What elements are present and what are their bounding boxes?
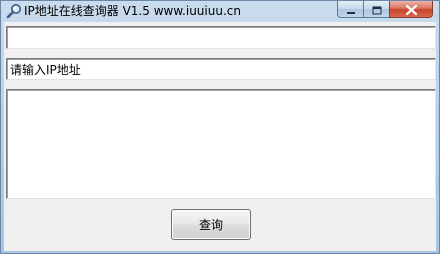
result-field[interactable] xyxy=(6,26,436,49)
minimize-icon xyxy=(346,0,356,19)
title-bar[interactable]: IP地址在线查询器 V1.5 www.iuuiuu.cn xyxy=(1,1,439,21)
maximize-icon xyxy=(372,0,382,19)
magnifier-icon xyxy=(6,3,22,19)
minimize-button[interactable] xyxy=(337,1,363,18)
caption-buttons xyxy=(337,1,433,19)
close-button[interactable] xyxy=(389,1,433,18)
close-icon xyxy=(405,0,417,19)
app-window: IP地址在线查询器 V1.5 www.iuuiuu.cn 请输入IP地址 查询 xyxy=(0,0,440,254)
query-button-label: 查询 xyxy=(198,218,223,232)
query-button[interactable]: 查询 xyxy=(171,209,251,240)
window-title: IP地址在线查询器 V1.5 www.iuuiuu.cn xyxy=(24,4,241,18)
maximize-button[interactable] xyxy=(363,1,389,18)
client-area: 查询 xyxy=(4,22,436,251)
detail-textarea[interactable] xyxy=(6,89,436,199)
ip-address-input[interactable] xyxy=(6,58,436,80)
